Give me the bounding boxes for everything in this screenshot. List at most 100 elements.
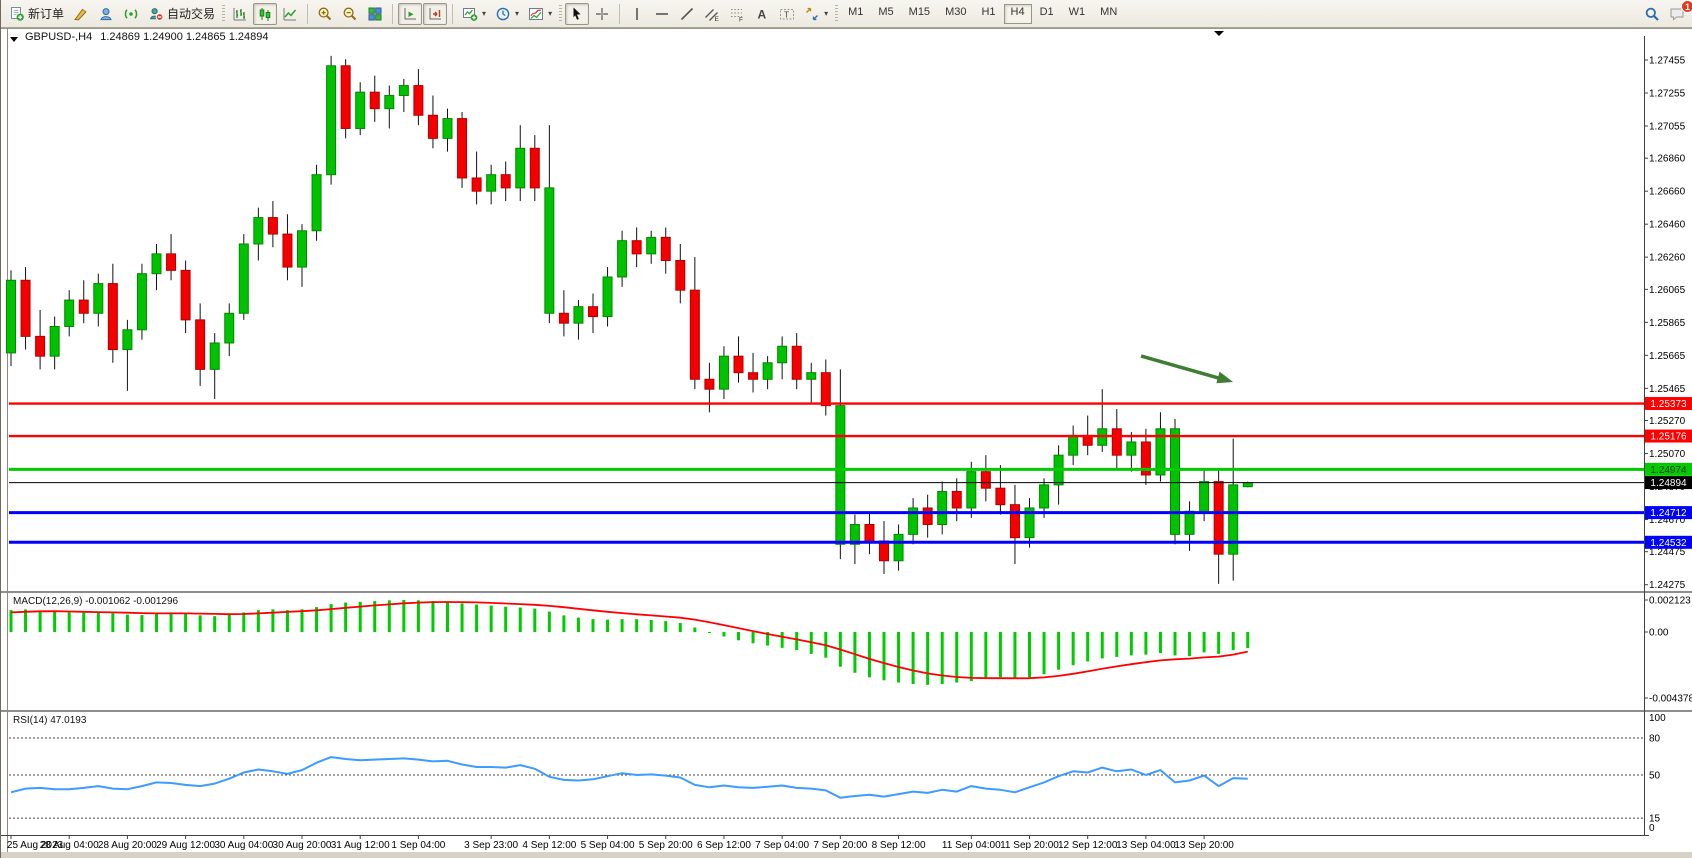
svg-text:E: E	[715, 16, 720, 22]
macd-histogram-bar	[519, 608, 522, 632]
chart-shift-button[interactable]	[423, 3, 447, 25]
svg-text:11 Sep 04:00: 11 Sep 04:00	[942, 840, 1001, 851]
svg-text:30 Aug 04:00: 30 Aug 04:00	[214, 840, 273, 851]
macd-histogram-bar	[417, 600, 420, 632]
vertical-line-button[interactable]	[625, 3, 649, 25]
timeframe-M5[interactable]: M5	[871, 4, 900, 24]
arrows-icon	[804, 6, 820, 22]
toolbar-separator	[619, 4, 620, 24]
equidistant-channel-button[interactable]: E	[700, 3, 724, 25]
tile-windows-icon	[367, 6, 383, 22]
macd-histogram-bar	[431, 601, 434, 632]
macd-histogram-bar	[1072, 632, 1075, 665]
toolbar-separator	[452, 4, 453, 24]
chevron-down-icon: ▾	[548, 9, 552, 18]
macd-histogram-bar	[606, 620, 609, 632]
macd-histogram-bar	[286, 610, 289, 632]
status-strip	[1, 852, 1692, 858]
auto-scroll-icon	[402, 6, 418, 22]
chevron-down-icon: ▾	[515, 9, 519, 18]
search-button[interactable]	[1640, 3, 1664, 25]
periods-button[interactable]: ▾	[491, 3, 523, 25]
macd-histogram-bar	[533, 609, 536, 632]
cursor-icon	[569, 6, 585, 22]
macd-histogram-bar	[490, 606, 493, 632]
styler-button[interactable]	[69, 3, 93, 25]
timeframe-M1[interactable]: M1	[841, 4, 870, 24]
crosshair-button[interactable]	[590, 3, 614, 25]
macd-histogram-bar	[1203, 632, 1206, 652]
text-button[interactable]: A	[750, 3, 774, 25]
macd-histogram-bar	[912, 632, 915, 684]
timeframe-MN[interactable]: MN	[1093, 4, 1124, 24]
horizontal-line-button[interactable]	[650, 3, 674, 25]
timeframe-W1[interactable]: W1	[1062, 4, 1093, 24]
bar-chart-icon	[232, 6, 248, 22]
svg-text:1.24894: 1.24894	[1650, 478, 1687, 489]
timeframe-H1[interactable]: H1	[974, 4, 1002, 24]
svg-text:13 Sep 20:00: 13 Sep 20:00	[1174, 840, 1234, 851]
svg-text:1.25665: 1.25665	[1649, 351, 1686, 362]
chart-shift-icon	[427, 6, 443, 22]
macd-histogram-bar	[402, 600, 405, 632]
zoom-out-button[interactable]	[338, 3, 362, 25]
svg-text:29 Aug 12:00: 29 Aug 12:00	[156, 840, 215, 851]
macd-histogram-bar	[722, 632, 725, 637]
chart-symbol-period: GBPUSD-,H4	[25, 31, 92, 43]
macd-histogram-bar	[1130, 632, 1133, 655]
macd-histogram-bar	[213, 616, 216, 632]
macd-histogram-bar	[1144, 632, 1147, 655]
chart-canvas[interactable]: 1.274551.272551.270551.268601.266601.264…	[1, 28, 1692, 858]
zoom-in-button[interactable]	[313, 3, 337, 25]
text-label-icon: T	[779, 6, 795, 22]
candlestick-chart-button[interactable]	[253, 3, 277, 25]
macd-histogram-bar	[868, 632, 871, 677]
svg-text:12 Sep 12:00: 12 Sep 12:00	[1058, 840, 1118, 851]
fibonacci-button[interactable]: F	[725, 3, 749, 25]
timeframe-D1[interactable]: D1	[1033, 4, 1061, 24]
signals-button[interactable]	[119, 3, 143, 25]
timeframe-H4[interactable]: H4	[1004, 4, 1032, 24]
arrows-button[interactable]: ▾	[800, 3, 832, 25]
text-label-button[interactable]: T	[775, 3, 799, 25]
timeframe-M15[interactable]: M15	[902, 4, 937, 24]
toolbar-grip	[222, 5, 225, 23]
macd-histogram-bar	[984, 632, 987, 679]
cursor-button[interactable]	[565, 3, 589, 25]
svg-text:0: 0	[1649, 823, 1655, 834]
terminal-window: 新订单 自动交易 ▾ ▾ ▾ EFAT ▾ M1M5M15M30H1H4D1W1MN 1 1.2…	[0, 0, 1692, 858]
auto-scroll-button[interactable]	[398, 3, 422, 25]
new-chart-button[interactable]: ▾	[458, 3, 490, 25]
svg-text:1.26660: 1.26660	[1649, 187, 1686, 198]
macd-histogram-bar	[10, 610, 13, 632]
new-order-button[interactable]: 新订单	[5, 3, 68, 25]
macd-histogram-bar	[664, 621, 667, 632]
macd-histogram-bar	[562, 615, 565, 632]
tile-windows-button[interactable]	[363, 3, 387, 25]
macd-histogram-bar	[155, 614, 158, 632]
main-toolbar: 新订单 自动交易 ▾ ▾ ▾ EFAT ▾ M1M5M15M30H1H4D1W1MN 1	[1, 0, 1692, 28]
expert-advisors-button[interactable]	[94, 3, 118, 25]
autotrading-button[interactable]: 自动交易	[144, 3, 219, 25]
svg-text:1.27255: 1.27255	[1649, 89, 1686, 100]
chart-ohlc-values: 1.24869 1.24900 1.24865 1.24894	[100, 31, 268, 43]
brush-icon	[73, 6, 89, 22]
macd-histogram-bar	[1188, 632, 1191, 656]
trendline-button[interactable]	[675, 3, 699, 25]
svg-text:1.25070: 1.25070	[1649, 449, 1686, 460]
macd-histogram-bar	[1217, 632, 1220, 654]
indicators-button[interactable]: ▾	[524, 3, 556, 25]
macd-histogram-bar	[1246, 632, 1249, 648]
timeframe-M30[interactable]: M30	[938, 4, 973, 24]
svg-text:8 Sep 12:00: 8 Sep 12:00	[872, 840, 926, 851]
line-chart-button[interactable]	[278, 3, 302, 25]
new-order-icon	[9, 6, 25, 22]
macd-histogram-bar	[795, 632, 798, 650]
svg-text:80: 80	[1649, 734, 1661, 745]
notifications-button[interactable]: 1	[1665, 3, 1689, 25]
macd-histogram-bar	[781, 632, 784, 648]
svg-text:6 Sep 12:00: 6 Sep 12:00	[697, 840, 751, 851]
signal-icon	[123, 6, 139, 22]
svg-text:1 Sep 04:00: 1 Sep 04:00	[391, 840, 445, 851]
bar-chart-button[interactable]	[228, 3, 252, 25]
